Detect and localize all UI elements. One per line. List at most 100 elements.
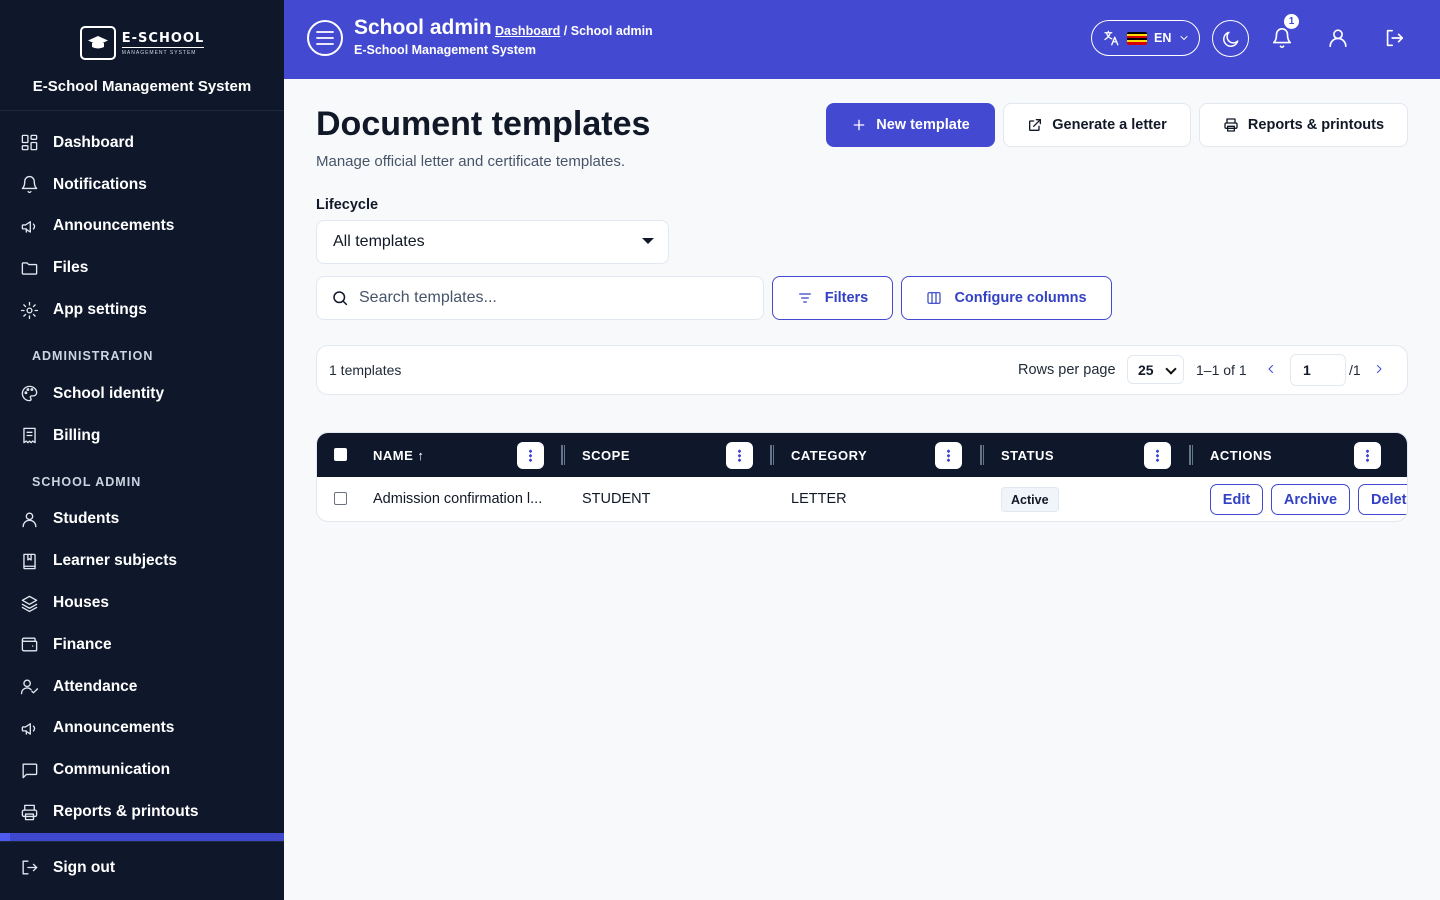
sidebar-item-finance[interactable]: Finance [0, 624, 284, 666]
plus-icon [853, 119, 865, 131]
graduation-cap-icon [79, 26, 116, 60]
kebab-icon [529, 449, 532, 462]
page-title: Document templates [316, 105, 651, 143]
sidebar-item-dashboard[interactable]: Dashboard [0, 122, 284, 164]
row-checkbox[interactable] [334, 492, 347, 505]
sidebar-item-label: App settings [53, 301, 147, 319]
sidebar-item-billing[interactable]: Billing [0, 415, 284, 457]
sidebar-item-label: Dashboard [53, 133, 134, 151]
select-all-checkbox[interactable] [334, 448, 347, 461]
generate-letter-button[interactable]: Generate a letter [1003, 103, 1191, 147]
reports-printouts-label: Reports & printouts [1247, 117, 1385, 133]
menu-toggle-button[interactable] [307, 20, 343, 56]
page-range: 1–1 of 1 [1196, 362, 1247, 378]
printer-icon [21, 804, 38, 820]
sidebar-item-attendance[interactable]: Attendance [0, 666, 284, 708]
profile-button[interactable] [1322, 22, 1354, 54]
sidebar-item-label: Communication [53, 761, 171, 779]
prev-page-button[interactable] [1265, 362, 1279, 378]
uganda-flag-icon [1127, 31, 1147, 45]
page-number-input[interactable] [1290, 354, 1346, 386]
column-menu-button[interactable] [1144, 442, 1171, 469]
lifecycle-value: All templates [333, 233, 425, 250]
logo-subtext: MANAGEMENT SYSTEM [121, 49, 197, 56]
sidebar-item-communication[interactable]: Communication [0, 749, 284, 791]
language-selector[interactable]: EN [1091, 20, 1200, 56]
column-header-category[interactable]: CATEGORY [791, 433, 867, 477]
column-menu-button[interactable] [1354, 442, 1381, 469]
column-menu-button[interactable] [726, 442, 753, 469]
sidebar-item-files[interactable]: Files [0, 247, 284, 289]
sidebar-item-school-identity[interactable]: School identity [0, 373, 284, 415]
topbar: School admin Dashboard / School admin E-… [284, 0, 1440, 79]
moon-icon [1222, 31, 1238, 47]
cell-name: Admission confirmation l... [373, 491, 543, 507]
filters-button[interactable]: Filters [772, 276, 893, 320]
sidebar-item-announcements[interactable]: Announcements [0, 206, 284, 248]
sidebar-item-houses[interactable]: Houses [0, 582, 284, 624]
notifications-button[interactable]: 1 [1266, 14, 1299, 54]
theme-toggle-button[interactable] [1212, 20, 1249, 57]
search-input[interactable] [359, 289, 739, 307]
sidebar-item-students[interactable]: Students [0, 499, 284, 541]
user-icon [22, 512, 37, 528]
message-icon [22, 763, 38, 779]
delete-button[interactable]: Delet [1358, 484, 1407, 515]
page-description: Manage official letter and certificate t… [316, 153, 626, 170]
sidebar-item-label: Files [53, 259, 89, 277]
column-menu-button[interactable] [517, 442, 544, 469]
chevron-right-icon [1377, 365, 1382, 373]
sidebar-item-label: Finance [53, 635, 112, 653]
column-resize-handle[interactable] [561, 445, 565, 465]
reports-printouts-button[interactable]: Reports & printouts [1199, 103, 1408, 147]
configure-columns-button[interactable]: Configure columns [901, 276, 1112, 320]
sidebar-item-label: Notifications [53, 175, 147, 193]
kebab-icon [1366, 449, 1369, 462]
sign-out-button[interactable]: Sign out [0, 847, 284, 889]
main-content: Document templates Manage official lette… [284, 79, 1440, 900]
column-resize-handle[interactable] [770, 445, 774, 465]
brand-name: E-School Management System [32, 78, 252, 95]
sidebar-item-notifications[interactable]: Notifications [0, 164, 284, 206]
brand: E-SCHOOL MANAGEMENT SYSTEM E-School Mana… [0, 0, 284, 111]
column-header-status[interactable]: STATUS [1001, 433, 1054, 477]
sidebar-item-reports[interactable]: Reports & printouts [0, 791, 284, 833]
folder-icon [21, 262, 38, 275]
bell-icon [21, 176, 38, 194]
new-template-button[interactable]: New template [826, 103, 995, 147]
filter-icon [798, 293, 811, 303]
column-header-scope[interactable]: SCOPE [582, 433, 630, 477]
rows-per-page-label: Rows per page [1018, 362, 1116, 378]
rows-per-page-select[interactable]: 25 [1127, 355, 1184, 384]
sidebar-item-app-settings[interactable]: App settings [0, 289, 284, 331]
column-menu-button[interactable] [935, 442, 962, 469]
search-icon [333, 291, 348, 306]
receipt-icon [23, 427, 36, 444]
filters-label: Filters [824, 290, 869, 306]
sidebar-item-label: School identity [53, 384, 165, 402]
sidebar-item-learner-subjects[interactable]: Learner subjects [0, 540, 284, 582]
sidebar-item-label: Students [53, 510, 120, 528]
gear-icon [20, 301, 39, 319]
logout-button[interactable] [1378, 22, 1410, 54]
column-resize-handle[interactable] [1189, 445, 1193, 465]
breadcrumb-dashboard-link[interactable]: Dashboard [495, 24, 560, 38]
megaphone-icon [21, 723, 36, 735]
breadcrumb-current: / School admin [563, 24, 653, 38]
edit-button[interactable]: Edit [1210, 484, 1263, 515]
lifecycle-select[interactable]: All templates [316, 220, 669, 264]
sidebar-section-school-admin: SCHOOL ADMIN [32, 474, 142, 489]
cell-category: LETTER [791, 491, 847, 507]
status-badge: Active [1001, 487, 1059, 512]
dashboard-icon [21, 135, 38, 151]
printer-icon [1224, 118, 1238, 132]
next-page-button[interactable] [1373, 362, 1387, 378]
breadcrumb: Dashboard / School admin [495, 24, 653, 38]
sidebar-item-label: Reports & printouts [53, 803, 199, 821]
page-total: /1 [1349, 362, 1361, 378]
sidebar-item-announcements-school[interactable]: Announcements [0, 708, 284, 750]
column-header-name[interactable]: NAME ↑ [373, 433, 424, 477]
column-resize-handle[interactable] [980, 445, 984, 465]
archive-button[interactable]: Archive [1271, 484, 1350, 515]
sign-out-label: Sign out [53, 858, 115, 876]
